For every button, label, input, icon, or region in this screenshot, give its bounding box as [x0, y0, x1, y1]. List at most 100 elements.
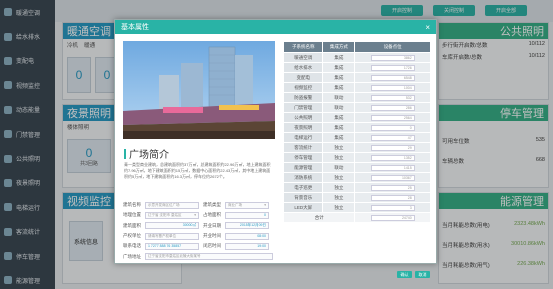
table-row: LED大屏 独立 3 [282, 202, 431, 213]
integration-mode: 联动 [322, 102, 356, 113]
table-row: 防盗报警 联动 532 [282, 92, 431, 103]
integration-mode: 集成 [322, 52, 356, 63]
point-count-field[interactable]: 1004 [370, 84, 415, 91]
building-area-field[interactable]: 30000㎡ [145, 222, 199, 230]
opening-time-field[interactable]: 08:00 [225, 232, 269, 240]
intro-text: 青一类型商业建筑，总建筑面积约37万㎡，总建筑面积约22.96万㎡，地上建筑面积… [124, 162, 271, 179]
point-count-field[interactable]: 10367 [370, 174, 415, 181]
heading-accent-bar [124, 148, 126, 159]
integration-mode: 独立 [322, 182, 356, 193]
point-count-field[interactable]: 6548 [370, 74, 415, 81]
field-label: 开业日期 [203, 222, 221, 228]
point-count-field[interactable]: 29 [370, 144, 415, 151]
integration-mode: 独立 [322, 172, 356, 183]
point-count-field[interactable]: 25 [370, 184, 415, 191]
address-field[interactable]: 辽宁省沈阳市皇姑区北陵大街某号 [145, 253, 273, 261]
integration-mode: 独立 [322, 142, 356, 153]
closing-time-field[interactable]: 19:00 [225, 242, 269, 250]
integration-mode: 集成 [322, 112, 356, 123]
point-count-cell: 1726 [354, 62, 431, 73]
section-title: 广场简介 [129, 150, 169, 161]
table-row: 停车管理 独立 1352 [282, 152, 431, 163]
field-label: 建筑类型 [203, 202, 221, 208]
table-row: 能源管理 联动 1415 [282, 162, 431, 173]
point-count-cell: 532 [354, 92, 431, 103]
subsystem-name: 夜景照明 [282, 122, 324, 133]
subsystem-name: 能源管理 [282, 162, 324, 173]
point-count-cell: 47 [354, 132, 431, 143]
point-count-field[interactable]: 3862 [370, 54, 415, 61]
subsystem-name: 变配电 [282, 72, 324, 83]
subsystem-name: 停车管理 [282, 152, 324, 163]
point-count-field[interactable]: 1352 [370, 154, 415, 161]
total-row: 合计 24740 [282, 212, 431, 223]
table-row: 背景音乐 独立 28 [282, 192, 431, 203]
phone-field[interactable]: 1 7277 888 76 35857 [145, 242, 199, 250]
field-label: 占地面积 [203, 212, 221, 218]
field-label: 联系电话 [123, 243, 141, 249]
subsystem-name: 防盗报警 [282, 92, 324, 103]
point-count-field[interactable]: 3 [370, 204, 415, 211]
point-count-cell: 0 [354, 122, 431, 133]
integration-mode: 集成 [322, 132, 356, 143]
owner-field[interactable]: 请填写基产权单位 [145, 232, 199, 240]
point-count-cell: 6548 [354, 72, 431, 83]
table-row: 门禁管理 联动 286 [282, 102, 431, 113]
opening-date-field[interactable]: 2015年12月09日 [225, 222, 269, 230]
total-value: 24740 [370, 214, 415, 221]
subsystem-name: 背景音乐 [282, 192, 324, 203]
point-count-field[interactable]: 47 [370, 134, 415, 141]
table-row: 电梯运行 集成 47 [282, 132, 431, 143]
table-row: 视频监控 集成 1004 [282, 82, 431, 93]
table-row: 给水排水 集成 1726 [282, 62, 431, 73]
field-label: 产权单位 [123, 233, 141, 239]
field-label: 闭店时间 [203, 243, 221, 249]
subsystem-table: 子系统名称 集成方式 设备点位 暖通空调 集成 3862 给水排水 集成 1726 变配电集… [282, 41, 431, 223]
point-count-cell: 2564 [354, 112, 431, 123]
building-name-field[interactable]: 示意开发商区位广场 [145, 201, 199, 209]
cancel-button[interactable]: 取消 [415, 271, 430, 278]
column-header: 集成方式 [322, 41, 356, 53]
subsystem-name: 客流统计 [282, 142, 324, 153]
point-count-field[interactable]: 532 [370, 94, 415, 101]
subsystem-name: 消防系统 [282, 172, 324, 183]
point-count-field[interactable]: 1726 [370, 64, 415, 71]
location-select[interactable]: 辽宁省 沈阳市 皇姑区 ▾ [145, 211, 199, 219]
point-count-cell: 3862 [354, 52, 431, 63]
point-count-field[interactable]: 1415 [370, 164, 415, 171]
basic-attributes-dialog: 基本属性 × 广场简介 青一类型商业建筑，总建筑面积约37万㎡，总建筑面积约22… [114, 19, 437, 278]
form-row: 产权单位 请填写基产权单位 开业时间 08:00 [123, 231, 275, 241]
point-count-cell: 29 [354, 142, 431, 153]
table-row: 夜景照明 集成 0 [282, 122, 431, 133]
dialog-header: 基本属性 × [115, 20, 436, 34]
point-count-cell: 3 [354, 202, 431, 213]
integration-mode: 联动 [322, 92, 356, 103]
field-label: 地理位置 [123, 212, 141, 218]
property-form: 建筑名称 示意开发商区位广场 建筑类型 商业广场 ▾ 地理位置 辽宁省 沈阳市 皇… [123, 200, 275, 262]
form-row: 地理位置 辽宁省 沈阳市 皇姑区 ▾ 占地面积 0 [123, 210, 275, 220]
integration-mode: 联动 [322, 162, 356, 173]
form-row: 广场地址 辽宁省沈阳市皇姑区北陵大街某号 [123, 251, 275, 261]
point-count-cell: 28 [354, 192, 431, 203]
land-area-field[interactable]: 0 [225, 211, 269, 219]
total-label: 合计 [282, 212, 356, 223]
integration-mode: 集成 [322, 72, 356, 83]
subsystem-name: 视频监控 [282, 82, 324, 93]
point-count-field[interactable]: 286 [370, 104, 415, 111]
subsystem-name: 给水排水 [282, 62, 324, 73]
form-row: 建筑名称 示意开发商区位广场 建筑类型 商业广场 ▾ [123, 200, 275, 210]
point-count-field[interactable]: 2564 [370, 114, 415, 121]
integration-mode: 独立 [322, 192, 356, 203]
section-heading: 广场简介 [124, 146, 169, 161]
close-icon[interactable]: × [425, 23, 430, 32]
table-row: 暖通空调 集成 3862 [282, 52, 431, 63]
field-label: 建筑名称 [123, 202, 141, 208]
confirm-button[interactable]: 确认 [397, 271, 412, 278]
building-type-select[interactable]: 商业广场 ▾ [225, 201, 269, 209]
integration-mode: 独立 [322, 202, 356, 213]
point-count-cell: 286 [354, 102, 431, 113]
point-count-field[interactable]: 28 [370, 194, 415, 201]
field-label: 开业时间 [203, 233, 221, 239]
subsystem-name: LED大屏 [282, 202, 324, 213]
point-count-field[interactable]: 0 [370, 124, 415, 131]
